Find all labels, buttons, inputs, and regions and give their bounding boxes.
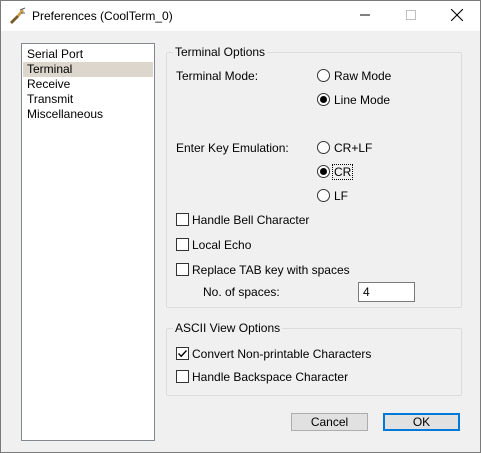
handle-backspace-label[interactable]: Handle Backspace Character <box>192 370 348 384</box>
close-button[interactable] <box>434 1 480 31</box>
checkmark-icon <box>178 350 188 358</box>
handle-bell-label[interactable]: Handle Bell Character <box>192 213 309 227</box>
minimize-button[interactable] <box>342 1 388 31</box>
ascii-view-options-legend: ASCII View Options <box>173 321 283 335</box>
ascii-view-options-group: ASCII View Options <box>166 321 462 396</box>
replace-tab-label[interactable]: Replace TAB key with spaces <box>192 263 350 277</box>
crlf-radio[interactable] <box>317 141 330 154</box>
maximize-button[interactable] <box>388 1 434 31</box>
handle-backspace-checkbox[interactable] <box>176 370 189 383</box>
sidebar-item-transmit[interactable]: Transmit <box>23 92 153 107</box>
handle-bell-checkbox[interactable] <box>176 213 189 226</box>
replace-tab-checkbox[interactable] <box>176 263 189 276</box>
raw-mode-label[interactable]: Raw Mode <box>334 69 391 83</box>
category-list[interactable]: Serial Port Terminal Receive Transmit Mi… <box>21 43 155 441</box>
sidebar-item-terminal[interactable]: Terminal <box>23 62 153 77</box>
lf-label[interactable]: LF <box>334 189 348 203</box>
window-title: Preferences (CoolTerm_0) <box>32 9 173 23</box>
cr-radio[interactable] <box>317 165 330 178</box>
sidebar-item-receive[interactable]: Receive <box>23 77 153 92</box>
cr-label[interactable]: CR <box>332 164 354 180</box>
enter-key-emulation-label: Enter Key Emulation: <box>176 141 289 155</box>
convert-nonprintable-checkbox[interactable] <box>176 347 189 360</box>
convert-nonprintable-label[interactable]: Convert Non-printable Characters <box>192 347 371 361</box>
close-icon <box>450 8 464 24</box>
num-spaces-input[interactable] <box>358 282 415 302</box>
minimize-icon <box>360 9 370 23</box>
line-mode-label[interactable]: Line Mode <box>334 93 390 107</box>
terminal-options-legend: Terminal Options <box>173 45 268 59</box>
cancel-button[interactable]: Cancel <box>291 413 368 431</box>
lf-radio[interactable] <box>317 189 330 202</box>
line-mode-radio[interactable] <box>317 93 330 106</box>
title-bar: Preferences (CoolTerm_0) <box>1 1 480 31</box>
preferences-window: Preferences (CoolTerm_0) Serial Port Ter… <box>0 0 481 453</box>
num-spaces-label: No. of spaces: <box>203 285 280 299</box>
local-echo-checkbox[interactable] <box>176 238 189 251</box>
coolterm-app-icon <box>8 7 26 25</box>
sidebar-item-serial-port[interactable]: Serial Port <box>23 47 153 62</box>
maximize-icon <box>406 9 416 23</box>
raw-mode-radio[interactable] <box>317 69 330 82</box>
crlf-label[interactable]: CR+LF <box>334 141 372 155</box>
terminal-mode-label: Terminal Mode: <box>176 69 259 83</box>
ok-button[interactable]: OK <box>383 413 460 431</box>
sidebar-item-miscellaneous[interactable]: Miscellaneous <box>23 107 153 122</box>
local-echo-label[interactable]: Local Echo <box>192 238 251 252</box>
